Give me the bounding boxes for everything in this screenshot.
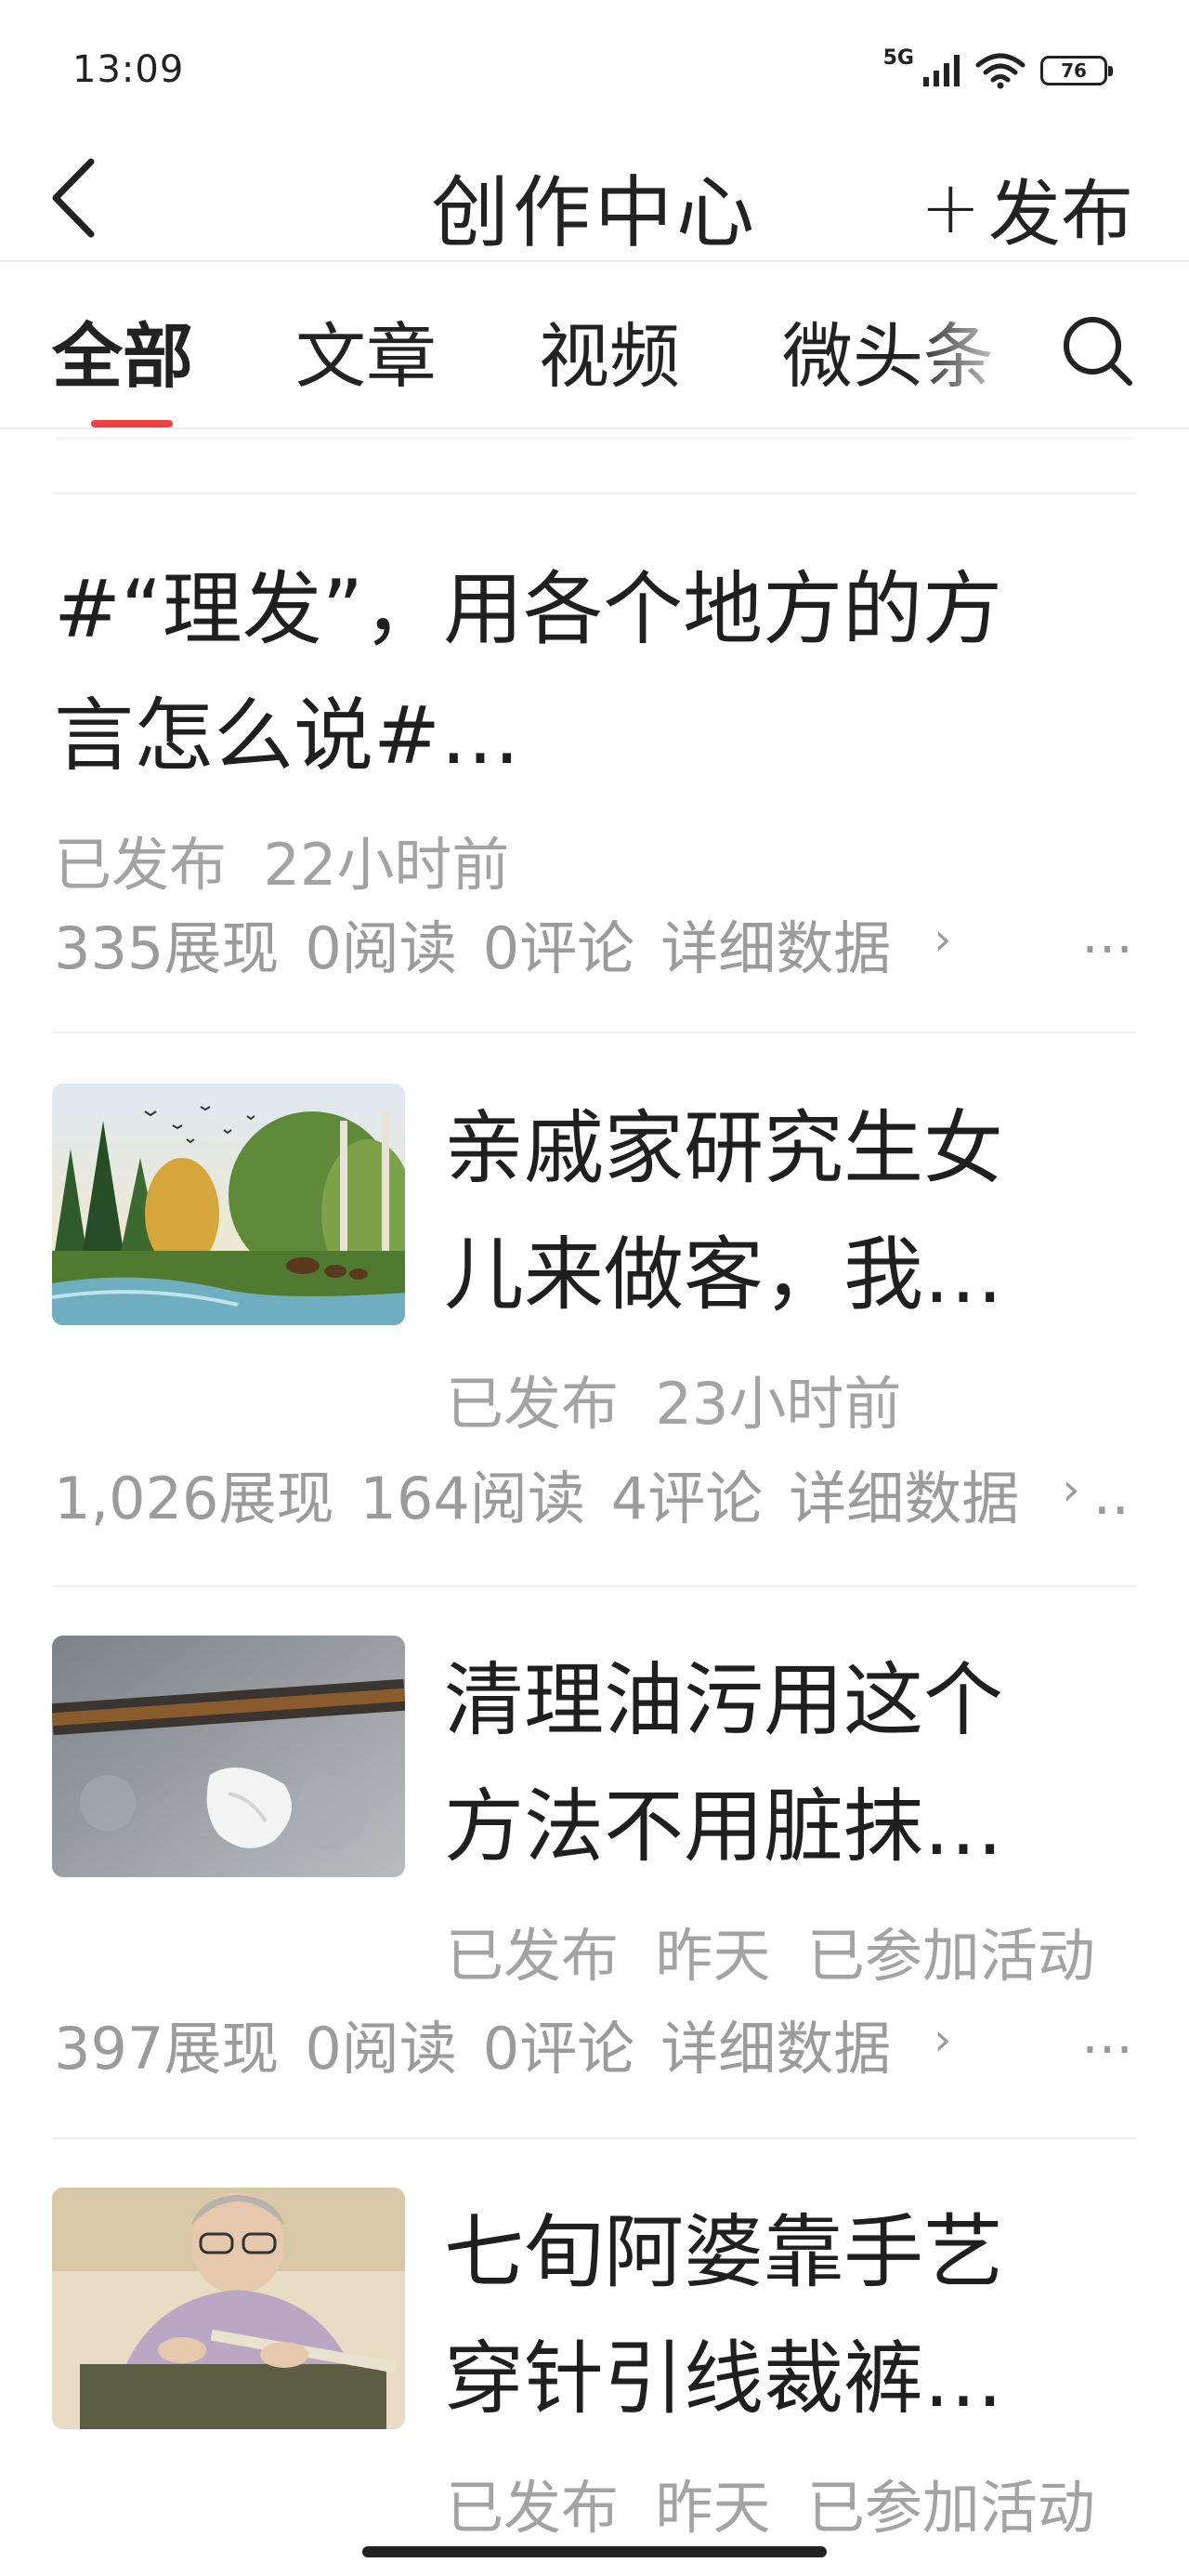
forest-image bbox=[52, 1084, 405, 1325]
feed-item-title[interactable]: 亲戚家研究生女 儿来做客，我… bbox=[444, 1085, 1122, 1338]
reads-count: 0阅读 bbox=[305, 914, 457, 982]
feed-item-meta: 已发布 23小时前 bbox=[446, 1357, 901, 1440]
tab-all[interactable]: 全部 bbox=[52, 299, 193, 401]
comments-count: 0评论 bbox=[482, 914, 635, 982]
activity-tag: 已参加活动 bbox=[806, 2474, 1095, 2542]
comments-count: 0评论 bbox=[482, 2015, 635, 2083]
detail-data-link[interactable]: 详细数据 bbox=[789, 1452, 1045, 1535]
wifi-icon bbox=[975, 53, 1026, 89]
detail-label: 详细数据 bbox=[660, 914, 892, 982]
search-icon bbox=[1064, 317, 1132, 386]
detail-data-link[interactable]: 详细数据 bbox=[660, 901, 917, 985]
title-line: 言怎么说#… bbox=[54, 690, 521, 782]
tab-articles[interactable]: 文章 bbox=[295, 299, 437, 401]
previous-item-edge bbox=[56, 437, 1133, 442]
forest-deer-thumbnail[interactable] bbox=[52, 1084, 405, 1325]
more-button[interactable]: … bbox=[1081, 2005, 1137, 2066]
nav-bar: 创作中心 + 发布 bbox=[0, 139, 1189, 260]
title-line: 清理油污用这个 bbox=[444, 1654, 1003, 1747]
kitchen-cleaning-thumbnail[interactable] bbox=[52, 1636, 405, 1877]
views-count: 397展现 bbox=[54, 2015, 280, 2083]
publish-label: 发布 bbox=[987, 173, 1133, 256]
status-time: 13:09 bbox=[72, 48, 185, 91]
signal-icon bbox=[923, 55, 960, 86]
title-line: #“理发”，用各个地方的方 bbox=[54, 563, 1003, 656]
detail-label: 详细数据 bbox=[660, 2015, 892, 2083]
publish-time: 23小时前 bbox=[655, 1370, 902, 1438]
battery-icon: 76 bbox=[1040, 56, 1113, 85]
publish-status: 已发布 bbox=[446, 1922, 620, 1990]
divider bbox=[0, 427, 1189, 429]
feed-item-stats: 335展现 0阅读 0评论 详细数据 › bbox=[54, 901, 977, 985]
feed-item-title[interactable]: 七旬阿婆靠手艺 穿针引线裁裤… bbox=[444, 2189, 1122, 2442]
tab-fade bbox=[910, 279, 1040, 427]
active-tab-indicator bbox=[91, 420, 173, 427]
publish-status: 已发布 bbox=[446, 1370, 620, 1438]
publish-time: 昨天 bbox=[655, 2474, 771, 2542]
feed-item-meta: 已发布 昨天 已参加活动 bbox=[446, 2461, 1095, 2544]
sewing-grandma-thumbnail[interactable] bbox=[52, 2188, 405, 2429]
status-icons: 5G 76 bbox=[883, 46, 1113, 89]
divider bbox=[0, 260, 1189, 262]
detail-data-link[interactable]: 详细数据 bbox=[660, 2002, 917, 2085]
publish-time: 22小时前 bbox=[263, 831, 510, 899]
title-line: 穿针引线裁裤… bbox=[444, 2333, 1003, 2425]
more-button[interactable]: … bbox=[1081, 905, 1137, 966]
comments-count: 4评论 bbox=[610, 1465, 764, 1532]
publish-status: 已发布 bbox=[446, 2474, 620, 2542]
tab-bar: 全部 文章 视频 微头条 bbox=[0, 279, 1189, 427]
reads-count: 164阅读 bbox=[359, 1465, 585, 1532]
publish-status: 已发布 bbox=[54, 831, 228, 899]
battery-level: 76 bbox=[1061, 59, 1087, 82]
detail-label: 详细数据 bbox=[789, 1465, 1020, 1532]
activity-tag: 已参加活动 bbox=[806, 1922, 1095, 1990]
home-indicator[interactable] bbox=[362, 2546, 827, 2557]
chevron-right-icon: › bbox=[1062, 1464, 1080, 1516]
views-count: 1,026展现 bbox=[54, 1465, 334, 1532]
tab-videos[interactable]: 视频 bbox=[539, 299, 680, 401]
feed-item-stats: 1,026展现 164阅读 4评论 详细数据 › .. bbox=[54, 1452, 1156, 1535]
chevron-right-icon: › bbox=[934, 913, 952, 966]
feed-item-title[interactable]: #“理发”，用各个地方的方 言怎么说#… bbox=[54, 546, 1141, 799]
reads-count: 0阅读 bbox=[305, 2015, 457, 2083]
plus-icon: + bbox=[920, 166, 981, 250]
sewing-image bbox=[52, 2188, 405, 2429]
title-line: 儿来做客，我… bbox=[444, 1229, 1003, 1321]
item-separator bbox=[52, 493, 1137, 494]
publish-button[interactable]: + 发布 bbox=[921, 156, 1133, 260]
feed-item-meta: 已发布 昨天 已参加活动 bbox=[446, 1909, 1095, 1992]
feed-item-title[interactable]: 清理油污用这个 方法不用脏抹… bbox=[444, 1637, 1122, 1890]
more-button[interactable]: .. bbox=[1093, 1460, 1130, 1528]
title-line: 方法不用脏抹… bbox=[444, 1781, 1003, 1873]
title-line: 亲戚家研究生女 bbox=[444, 1102, 1003, 1195]
title-line: 七旬阿婆靠手艺 bbox=[444, 2206, 1003, 2299]
feed-item-meta: 已发布 22小时前 bbox=[54, 818, 509, 901]
search-button[interactable] bbox=[1053, 307, 1143, 396]
chevron-right-icon: › bbox=[934, 2014, 952, 2066]
views-count: 335展现 bbox=[54, 914, 280, 982]
feed-item-stats: 397展现 0阅读 0评论 详细数据 › bbox=[54, 2002, 977, 2085]
item-separator bbox=[52, 2137, 1137, 2139]
status-bar: 13:09 5G 76 bbox=[0, 0, 1189, 139]
item-separator bbox=[52, 1032, 1137, 1033]
item-separator bbox=[52, 1585, 1137, 1587]
cleaning-image bbox=[52, 1636, 405, 1877]
publish-time: 昨天 bbox=[655, 1922, 771, 1990]
network-type-label: 5G bbox=[882, 46, 914, 70]
